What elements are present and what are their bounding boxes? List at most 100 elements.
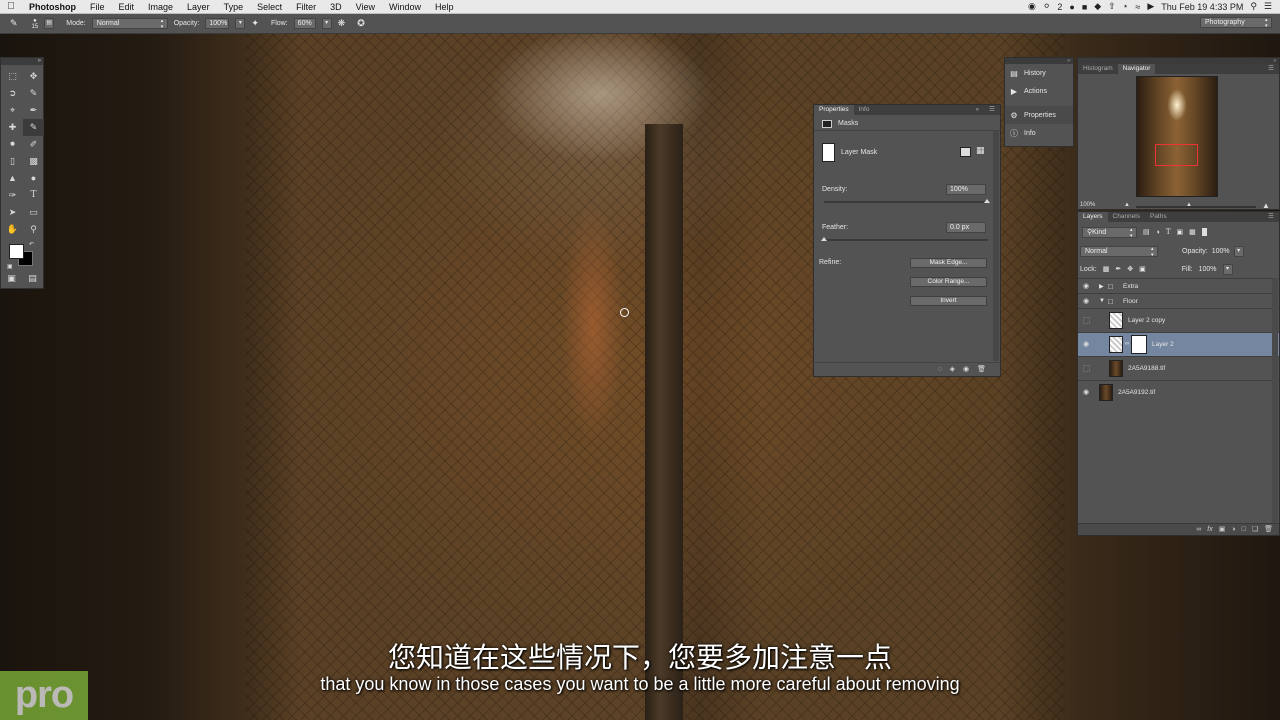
pressure-size-icon[interactable]: ✪: [357, 18, 365, 29]
toolbox-collapse-icon[interactable]: »: [1, 58, 43, 65]
clock-text[interactable]: Thu Feb 19 4:33 PM: [1161, 2, 1243, 12]
filter-adjust-icon[interactable]: ◑: [1156, 229, 1160, 236]
brush-tool-icon-active[interactable]: ✎: [23, 119, 44, 136]
upload-icon[interactable]: ⇧: [1108, 1, 1116, 12]
pressure-opacity-icon[interactable]: ✦: [251, 18, 259, 29]
pixel-mask-icon[interactable]: [960, 147, 971, 157]
add-mask-icon[interactable]: ▣: [1219, 524, 1226, 535]
visibility-off-box[interactable]: [1083, 365, 1090, 372]
layer-name[interactable]: Layer 2 copy: [1128, 317, 1165, 324]
wifi-icon[interactable]: ≈: [1135, 2, 1140, 12]
fill-value[interactable]: 100%: [1199, 266, 1217, 273]
visibility-eye-icon[interactable]: ◉: [1083, 341, 1091, 348]
lock-transparent-icon[interactable]: ▩: [1103, 265, 1110, 273]
brush-preset-picker[interactable]: ● 15: [32, 18, 39, 30]
tab-channels[interactable]: Channels: [1108, 212, 1145, 222]
new-layer-icon[interactable]: ❏: [1252, 524, 1258, 535]
group-expand-icon[interactable]: ▶: [1099, 283, 1104, 290]
foreground-color-swatch[interactable]: [9, 244, 24, 259]
layer-opacity-dropdown-icon[interactable]: ▾: [1233, 245, 1244, 257]
visibility-eye-icon[interactable]: ◉: [1083, 298, 1091, 305]
opacity-dropdown-icon[interactable]: ▾: [235, 18, 246, 29]
menu-filter[interactable]: Filter: [289, 2, 323, 12]
tab-properties[interactable]: Properties: [814, 105, 854, 115]
tab-navigator[interactable]: Navigator: [1117, 64, 1156, 74]
tab-info[interactable]: Info: [854, 105, 875, 115]
feather-slider-knob[interactable]: [821, 237, 827, 241]
eraser-tool-icon[interactable]: ▯: [2, 153, 23, 170]
delete-mask-icon[interactable]: 🗑: [977, 363, 986, 376]
dodge-tool-icon[interactable]: ●: [23, 170, 44, 187]
history-brush-tool-icon[interactable]: ✐: [23, 136, 44, 153]
type-tool-icon[interactable]: T: [23, 187, 44, 204]
color-range-button[interactable]: Color Range...: [910, 277, 987, 287]
layer-opacity-value[interactable]: 100%: [1212, 248, 1230, 255]
layers-menu-icon[interactable]: ☰: [1263, 212, 1279, 222]
filter-toggle-icon[interactable]: [1201, 228, 1207, 236]
menu-window[interactable]: Window: [382, 2, 428, 12]
blur-tool-icon[interactable]: ▲: [2, 170, 23, 187]
search-icon[interactable]: ⚲: [1250, 1, 1257, 12]
layer-row-2a5a9192[interactable]: ◉ 2A5A9192.tif: [1078, 380, 1279, 404]
layer-name[interactable]: 2A5A9192.tif: [1118, 389, 1155, 396]
menu-type[interactable]: Type: [217, 2, 251, 12]
mode-select[interactable]: Normal: [91, 18, 168, 30]
visibility-eye-icon[interactable]: ◉: [1083, 389, 1091, 396]
menu-edit[interactable]: Edit: [112, 2, 142, 12]
navigator-view-box[interactable]: [1155, 144, 1198, 166]
delete-layer-icon[interactable]: 🗑: [1264, 524, 1273, 535]
navigator-zoom-value[interactable]: 100%: [1080, 202, 1095, 208]
zoom-in-icon[interactable]: ▲: [1262, 201, 1270, 210]
brush-panel-toggle-icon[interactable]: ▤: [44, 18, 55, 29]
filter-shape-icon[interactable]: ▣: [1177, 228, 1184, 236]
workspace-switcher[interactable]: Photography: [1200, 17, 1272, 29]
mask-link-icon[interactable]: ∞: [1125, 341, 1129, 347]
layer-row-layer2[interactable]: ◉ ∞ Layer 2: [1078, 332, 1279, 356]
visibility-off-box[interactable]: [1083, 317, 1090, 324]
layer-row-extra[interactable]: ◉ ▶ □ Extra: [1078, 278, 1279, 293]
dropbox-icon[interactable]: ◆: [1094, 1, 1101, 12]
tab-layers[interactable]: Layers: [1078, 212, 1108, 222]
zoom-slider-knob[interactable]: ▲: [1186, 202, 1192, 208]
zoom-tool-icon[interactable]: ⚲: [23, 221, 44, 238]
dock-history[interactable]: ▤ History: [1005, 64, 1073, 82]
crop-tool-icon[interactable]: ⌖: [2, 102, 23, 119]
pen-tool-icon[interactable]: ✑: [2, 187, 23, 204]
dock-properties[interactable]: ⚙ Properties: [1005, 106, 1073, 124]
panel-menu-icon[interactable]: ☰: [984, 105, 1000, 115]
sync-icon[interactable]: ⚪: [1043, 1, 1051, 12]
menu-image[interactable]: Image: [141, 2, 180, 12]
swap-colors-icon[interactable]: ↶: [29, 241, 34, 248]
load-selection-icon[interactable]: ◌: [937, 363, 941, 376]
filter-type-icon[interactable]: T: [1166, 228, 1171, 236]
tab-histogram[interactable]: Histogram: [1078, 64, 1118, 74]
group-collapse-icon[interactable]: ▼: [1099, 298, 1105, 304]
adjustment-layer-icon[interactable]: ◑: [1231, 524, 1235, 535]
flow-dropdown-icon[interactable]: ▾: [321, 18, 332, 29]
airbrush-icon[interactable]: ❋: [338, 18, 346, 29]
nav-menu-icon[interactable]: ☰: [1263, 64, 1279, 74]
flow-field[interactable]: 60%: [293, 18, 316, 29]
opacity-field[interactable]: 100%: [205, 18, 230, 29]
layer-name[interactable]: 2A5A9188.tif: [1128, 365, 1165, 372]
zoom-out-icon[interactable]: ▲: [1124, 202, 1130, 208]
panel-collapse-icon[interactable]: »: [971, 105, 985, 115]
move-tool-icon[interactable]: ✥: [23, 68, 44, 85]
layer-filter-kind-select[interactable]: ⚲Kind: [1082, 226, 1137, 239]
lock-move-icon[interactable]: ✥: [1127, 265, 1133, 273]
layer-name[interactable]: Floor: [1123, 298, 1138, 305]
zoom-slider[interactable]: [1136, 206, 1256, 208]
quick-mask-icon[interactable]: ▣: [7, 273, 16, 284]
layer-name[interactable]: Extra: [1123, 283, 1138, 290]
menu-list-icon[interactable]: ☰: [1264, 1, 1272, 12]
navigator-thumbnail[interactable]: [1136, 76, 1218, 197]
feather-field[interactable]: 0.0 px: [946, 222, 986, 233]
layer-row-layer2-copy[interactable]: Layer 2 copy: [1078, 308, 1279, 332]
screen-mode-icon[interactable]: ▤: [28, 273, 37, 284]
default-colors-icon[interactable]: ▣: [7, 263, 13, 270]
path-select-tool-icon[interactable]: ➤: [2, 204, 23, 221]
layer-style-icon[interactable]: fx: [1207, 524, 1212, 535]
filter-smart-icon[interactable]: ▦: [1189, 228, 1196, 236]
lasso-tool-icon[interactable]: ➲: [2, 85, 23, 102]
dock-actions[interactable]: ▶ Actions: [1005, 82, 1073, 100]
